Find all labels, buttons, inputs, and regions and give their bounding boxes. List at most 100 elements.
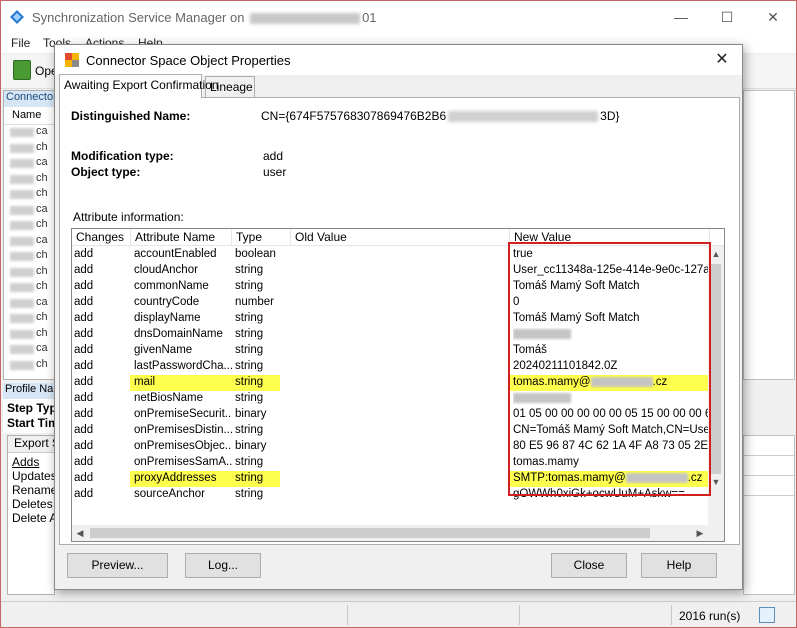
cell-changes: add <box>74 392 94 404</box>
dialog-title: Connector Space Object Properties <box>86 53 291 68</box>
scroll-down-icon[interactable]: ▼ <box>708 474 724 490</box>
connector-list-item[interactable]: ch <box>10 311 50 323</box>
new-value-text: 0 <box>513 296 520 308</box>
log-button[interactable]: Log... <box>185 553 261 578</box>
connector-list-item[interactable]: ch <box>10 172 50 184</box>
cell-changes: add <box>74 472 94 484</box>
connector-name-suffix: ch <box>36 218 48 230</box>
distinguished-name-label: Distinguished Name: <box>71 109 191 123</box>
attribute-row-givenname[interactable]: add givenName string Tomáš <box>72 343 708 359</box>
col-new-value[interactable]: New Value <box>510 229 710 246</box>
maximize-button[interactable]: ☐ <box>704 1 750 33</box>
attribute-row-proxyaddresses[interactable]: add proxyAddresses string SMTP:tomas.mamy@.… <box>72 471 708 487</box>
horizontal-scroll-thumb[interactable] <box>90 528 650 538</box>
vertical-scroll-thumb[interactable] <box>711 264 721 474</box>
connectors-list: Connector Name ca ch ca ch ch ca ch ca ch ch ch ca c… <box>3 90 55 380</box>
attribute-row-mail[interactable]: add mail string tomas.mamy@ .cz <box>72 375 708 391</box>
refresh-icon[interactable] <box>759 607 775 623</box>
col-old-value[interactable]: Old Value <box>291 229 510 246</box>
name-column-header[interactable]: Name <box>4 109 54 125</box>
redacted-connector-name <box>10 314 34 323</box>
connector-list-item[interactable]: ca <box>10 234 50 246</box>
cell-old-value <box>294 472 508 488</box>
connector-list-item[interactable]: ca <box>10 296 50 308</box>
connector-list-item[interactable]: ch <box>10 249 50 261</box>
cell-old-value <box>294 264 508 280</box>
minimize-button[interactable]: — <box>658 1 704 33</box>
redacted-connector-name <box>10 128 34 137</box>
preview-button[interactable]: Preview... <box>67 553 168 578</box>
connector-list-item[interactable]: ch <box>10 141 50 153</box>
attribute-row-sourceanchor[interactable]: add sourceAnchor string gOWWh0xiGk+ocwUuM+A… <box>72 487 708 503</box>
cell-new-value: Tomáš Mamý Soft Match <box>513 312 708 328</box>
close-button[interactable]: Close <box>551 553 627 578</box>
attribute-row-dnsdomainname[interactable]: add dnsDomainName string <box>72 327 708 343</box>
tab-awaiting-export-confirmation[interactable]: Awaiting Export Confirmation <box>59 74 219 98</box>
dialog-title-bar: Connector Space Object Properties ✕ <box>55 45 742 75</box>
new-value-text: gOWWh0xiGk+ocwUuM+Askw== <box>513 488 685 500</box>
attribute-row-onpremisessama[interactable]: add onPremisesSamA... string tomas.mamy <box>72 455 708 471</box>
connector-list-item[interactable]: ca <box>10 125 50 137</box>
operations-icon[interactable] <box>13 60 31 80</box>
menu-file[interactable]: File <box>11 36 30 50</box>
status-bar: 2016 run(s) <box>1 601 796 627</box>
attribute-row-displayname[interactable]: add displayName string Tomáš Mamý Soft Matc… <box>72 311 708 327</box>
new-value-text: tomas.mamy <box>513 456 579 468</box>
connector-list-item[interactable]: ch <box>10 280 50 292</box>
attribute-row-onpremisesdistin[interactable]: add onPremisesDistin... string CN=Tomáš Mam… <box>72 423 708 439</box>
cell-type: binary <box>235 440 267 452</box>
col-attribute-name[interactable]: Attribute Name <box>131 229 232 246</box>
attribute-row-commonname[interactable]: add commonName string Tomáš Mamý Soft Match <box>72 279 708 295</box>
connector-name-suffix: ch <box>36 311 48 323</box>
vertical-scrollbar[interactable]: ▲ ▼ <box>708 246 724 526</box>
close-window-button[interactable]: ✕ <box>750 1 796 33</box>
cell-attribute-name: sourceAnchor <box>134 488 205 500</box>
run-count: 2016 run(s) <box>679 609 741 623</box>
connector-list-item[interactable]: ca <box>10 342 50 354</box>
connector-list-item[interactable]: ca <box>10 203 50 215</box>
col-changes[interactable]: Changes <box>72 229 131 246</box>
attribute-row-onpremisesecurit[interactable]: add onPremiseSecurit... binary 01 05 00 00 … <box>72 407 708 423</box>
connector-list-item[interactable]: ch <box>10 218 50 230</box>
cell-changes: add <box>74 280 94 292</box>
new-value-text: 80 E5 96 87 4C 62 1A 4F A8 73 05 2E 33 <box>513 440 708 452</box>
attribute-row-netbiosname[interactable]: add netBiosName string <box>72 391 708 407</box>
redacted-connector-name <box>10 329 34 339</box>
attribute-row-countrycode[interactable]: add countryCode number 0 <box>72 295 708 311</box>
cell-changes: add <box>74 296 94 308</box>
cell-old-value <box>294 408 508 424</box>
scroll-up-icon[interactable]: ▲ <box>708 246 724 262</box>
dialog-close-icon[interactable]: ✕ <box>709 48 735 72</box>
main-window-title: Synchronization Service Manager on 01 <box>32 10 377 25</box>
cell-attribute-name: onPremisesObjec... <box>134 440 232 452</box>
cell-type: string <box>235 392 264 404</box>
connector-list-item[interactable]: ca <box>10 156 50 168</box>
scroll-right-icon[interactable]: ▶ <box>692 525 708 541</box>
export-adds-link[interactable]: Adds <box>12 455 39 469</box>
cell-type: binary <box>235 408 267 420</box>
attribute-row-onpremisesobjec[interactable]: add onPremisesObjec... binary 80 E5 96 87 4… <box>72 439 708 455</box>
connector-list-item[interactable]: ch <box>10 327 50 339</box>
col-type[interactable]: Type <box>232 229 291 246</box>
horizontal-scrollbar[interactable]: ◀ ▶ <box>72 525 724 541</box>
scroll-left-icon[interactable]: ◀ <box>72 525 88 541</box>
new-value-text: SMTP:tomas.mamy@ <box>513 472 626 484</box>
attribute-grid[interactable]: Changes Attribute Name Type Old Value Ne… <box>71 228 725 542</box>
attribute-row-accountenabled[interactable]: add accountEnabled boolean true <box>72 247 708 263</box>
cell-old-value <box>294 488 508 504</box>
connector-list-item[interactable]: ch <box>10 265 50 277</box>
redacted-dn <box>448 111 599 123</box>
cell-attribute-name: lastPasswordCha... <box>134 360 232 372</box>
cell-type: string <box>235 344 264 356</box>
attribute-row-cloudanchor[interactable]: add cloudAnchor string User_cc11348a-125e-4… <box>72 263 708 279</box>
help-button[interactable]: Help <box>641 553 717 578</box>
connector-list-item[interactable]: ch <box>10 358 50 370</box>
connector-name-suffix: ca <box>36 125 48 137</box>
main-title-prefix: Synchronization Service Manager on <box>32 10 245 25</box>
new-value-text: Tomáš Mamý Soft Match <box>513 312 640 324</box>
cell-type: string <box>235 280 264 292</box>
connector-list-item[interactable]: ch <box>10 187 50 199</box>
cell-new-value: 80 E5 96 87 4C 62 1A 4F A8 73 05 2E 33 <box>513 440 708 456</box>
redacted-connector-name <box>10 190 34 199</box>
attribute-row-lastpasswordcha[interactable]: add lastPasswordCha... string 2024021110184… <box>72 359 708 375</box>
